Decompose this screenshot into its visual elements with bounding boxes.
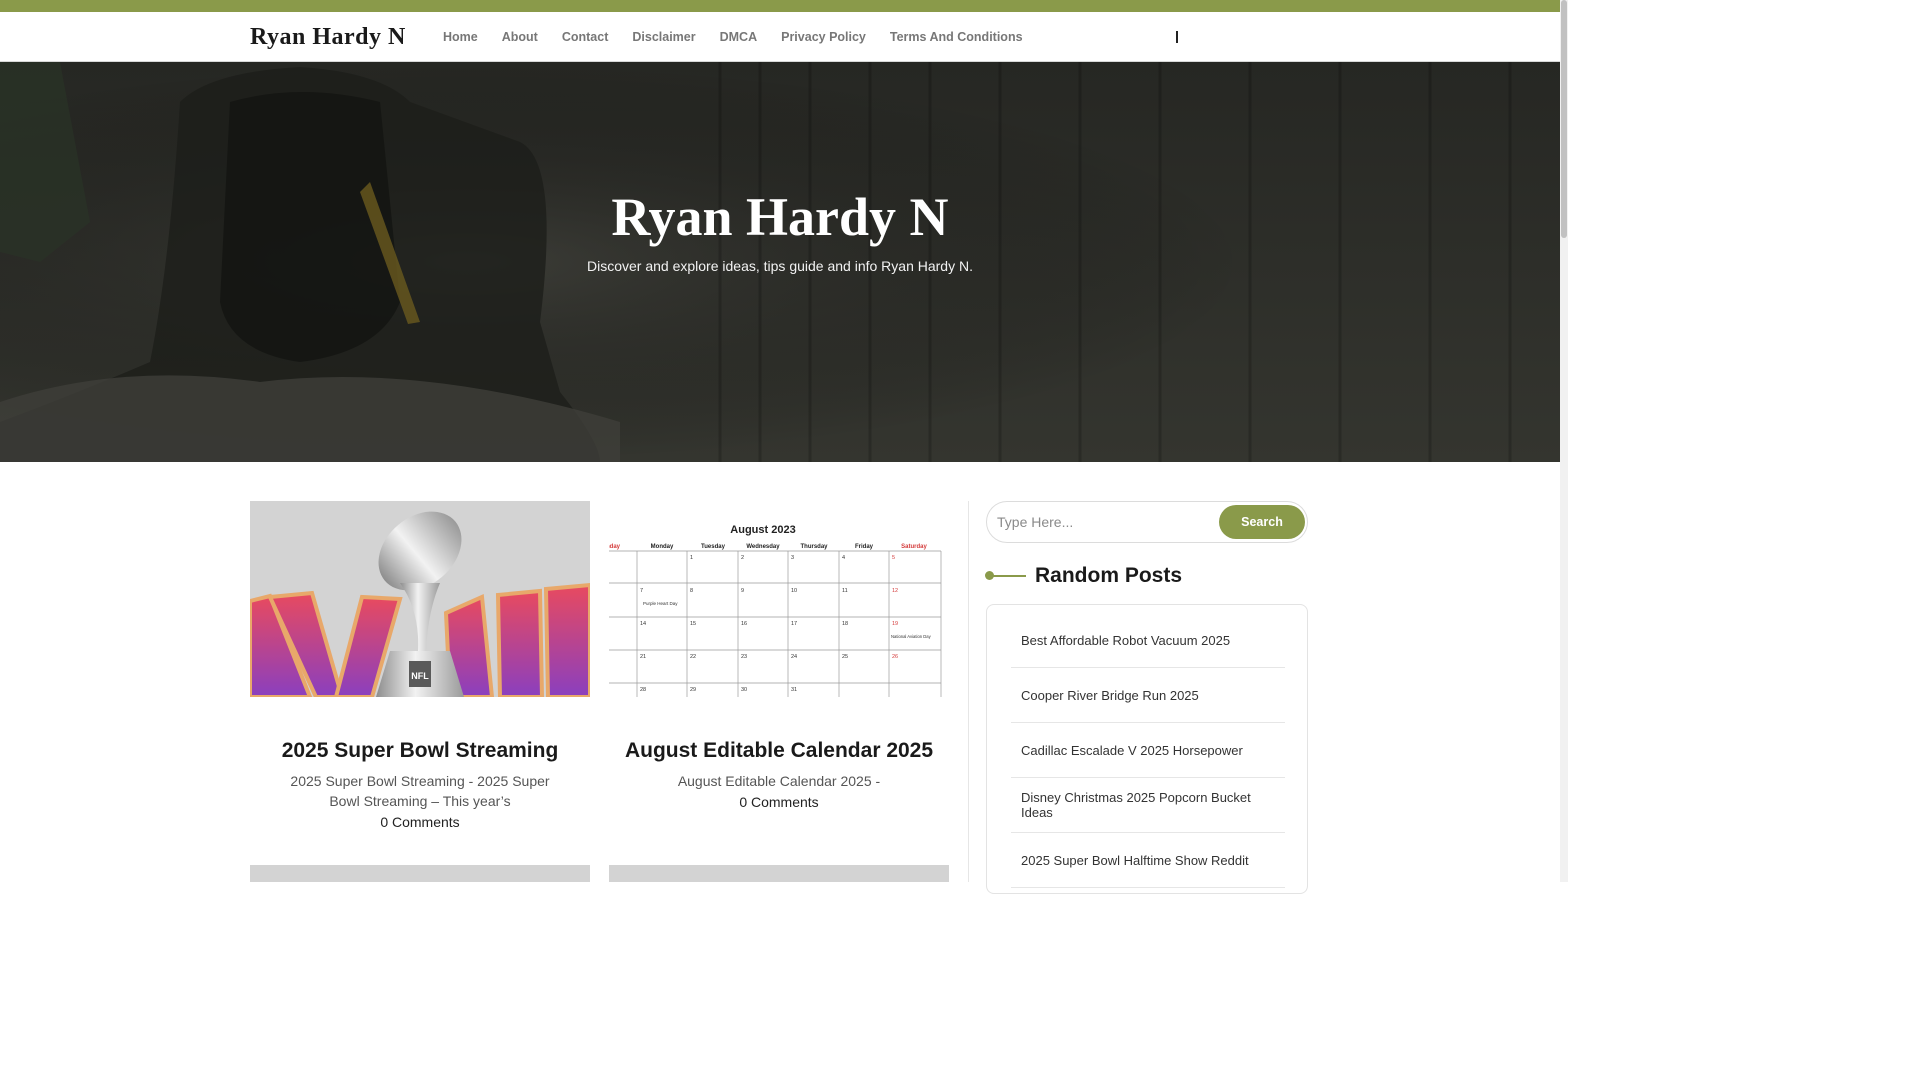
calendar-month-title: August 2023	[730, 524, 795, 536]
calendar-day-header: Tuesday	[701, 544, 726, 550]
calendar-day-number: 4	[842, 555, 845, 561]
calendar-day-number: 9	[741, 588, 744, 594]
nav-contact[interactable]: Contact	[550, 30, 621, 44]
calendar-day-number: 11	[842, 588, 848, 594]
calendar-day-header: nday	[609, 544, 621, 550]
calendar-day-number: 1	[690, 555, 693, 561]
heading-accent-line	[985, 571, 1026, 580]
nav-about[interactable]: About	[490, 30, 550, 44]
site-header: Ryan Hardy N Home About Contact Disclaim…	[0, 12, 1560, 62]
post-comments-link[interactable]: 0 Comments	[250, 814, 590, 830]
svg-text:NFL: NFL	[411, 671, 429, 681]
calendar-day-number: 16	[741, 621, 747, 627]
list-item: 2025 Super Bowl Halftime Show Reddit	[1011, 833, 1285, 888]
widget-title: Random Posts	[1035, 564, 1183, 587]
calendar-day-number: 29	[690, 687, 696, 693]
random-posts-list: Best Affordable Robot Vacuum 2025 Cooper…	[1011, 613, 1285, 888]
calendar-day-number: 22	[690, 654, 696, 660]
next-post-thumbnail[interactable]	[250, 865, 590, 882]
nav-disclaimer[interactable]: Disclaimer	[620, 30, 707, 44]
hero-banner: Ryan Hardy N Discover and explore ideas,…	[0, 62, 1560, 462]
post-thumbnail-super-bowl[interactable]: NFL	[250, 501, 590, 697]
list-item: Best Affordable Robot Vacuum 2025	[1011, 613, 1285, 668]
random-post-link[interactable]: Disney Christmas 2025 Popcorn Bucket Ide…	[1021, 790, 1285, 820]
hero-title: Ryan Hardy N	[611, 187, 949, 247]
random-post-link[interactable]: Best Affordable Robot Vacuum 2025	[1021, 633, 1230, 648]
calendar-day-number: 3	[791, 555, 794, 561]
calendar-day-number: 25	[842, 654, 848, 660]
calendar-day-header: Wednesday	[746, 544, 780, 550]
calendar-day-number: 21	[640, 654, 646, 660]
calendar-event: Purple Heart Day	[643, 601, 678, 606]
super-bowl-trophy-image: NFL	[250, 501, 590, 697]
search-input[interactable]	[997, 507, 1212, 537]
list-item: Cooper River Bridge Run 2025	[1011, 668, 1285, 723]
list-item: Cadillac Escalade V 2025 Horsepower	[1011, 723, 1285, 778]
top-accent-strip	[0, 0, 1560, 12]
list-item: Disney Christmas 2025 Popcorn Bucket Ide…	[1011, 778, 1285, 833]
nav-dmca[interactable]: DMCA	[708, 30, 770, 44]
nav-privacy-policy[interactable]: Privacy Policy	[769, 30, 878, 44]
sidebar-divider	[968, 501, 969, 882]
next-post-thumbnail[interactable]	[609, 865, 949, 882]
calendar-day-number: 12	[892, 588, 898, 594]
random-post-link[interactable]: Cadillac Escalade V 2025 Horsepower	[1021, 743, 1243, 758]
post-title[interactable]: August Editable Calendar 2025	[609, 739, 949, 763]
calendar-day-number: 23	[741, 654, 747, 660]
calendar-day-number: 5	[892, 555, 895, 561]
august-calendar-image: August 2023 nday Monday Tuesday Wednesda…	[609, 501, 949, 697]
search-form: Search	[986, 501, 1308, 543]
calendar-day-number: 8	[690, 588, 693, 594]
calendar-day-header: Thursday	[800, 544, 828, 550]
calendar-day-header: Saturday	[901, 544, 927, 550]
calendar-event: National Aviation Day	[891, 634, 932, 639]
random-post-link[interactable]: 2025 Super Bowl Halftime Show Reddit	[1021, 853, 1249, 868]
random-posts-heading: Random Posts	[985, 563, 1183, 589]
calendar-day-number: 14	[640, 621, 646, 627]
post-excerpt: 2025 Super Bowl Streaming - 2025 Super B…	[290, 773, 550, 809]
calendar-day-number: 28	[640, 687, 646, 693]
post-card: NFL 2025 Super Bowl Streaming 2025 Super…	[250, 501, 590, 830]
nav-home[interactable]: Home	[431, 30, 490, 44]
calendar-day-number: 15	[690, 621, 696, 627]
post-comments-link[interactable]: 0 Comments	[609, 794, 949, 810]
calendar-day-header: Monday	[651, 544, 674, 550]
calendar-day-number: 18	[842, 621, 848, 627]
nav-toggle-bar[interactable]	[1176, 31, 1178, 43]
page-scrollbar-thumb[interactable]	[1561, 0, 1567, 238]
calendar-day-number: 24	[791, 654, 797, 660]
post-excerpt: August Editable Calendar 2025 -	[677, 773, 881, 789]
nav-terms-and-conditions[interactable]: Terms And Conditions	[878, 30, 1035, 44]
post-thumbnail-calendar[interactable]: August 2023 nday Monday Tuesday Wednesda…	[609, 501, 949, 697]
calendar-day-number: 7	[640, 588, 643, 594]
calendar-day-header: Friday	[855, 544, 874, 550]
calendar-day-number: 10	[791, 588, 797, 594]
calendar-day-number: 2	[741, 555, 744, 561]
calendar-day-number: 19	[892, 621, 898, 627]
random-post-link[interactable]: Cooper River Bridge Run 2025	[1021, 688, 1199, 703]
calendar-day-number: 17	[791, 621, 797, 627]
post-card: August 2023 nday Monday Tuesday Wednesda…	[609, 501, 949, 810]
calendar-day-number: 31	[791, 687, 797, 693]
random-posts-widget: Best Affordable Robot Vacuum 2025 Cooper…	[986, 604, 1308, 894]
calendar-day-number: 26	[892, 654, 898, 660]
post-title[interactable]: 2025 Super Bowl Streaming	[250, 739, 590, 763]
calendar-day-number: 30	[741, 687, 747, 693]
main-nav: Home About Contact Disclaimer DMCA Priva…	[431, 12, 1035, 62]
hero-subtitle: Discover and explore ideas, tips guide a…	[587, 258, 973, 274]
site-brand[interactable]: Ryan Hardy N	[250, 24, 406, 51]
search-button[interactable]: Search	[1219, 505, 1305, 539]
